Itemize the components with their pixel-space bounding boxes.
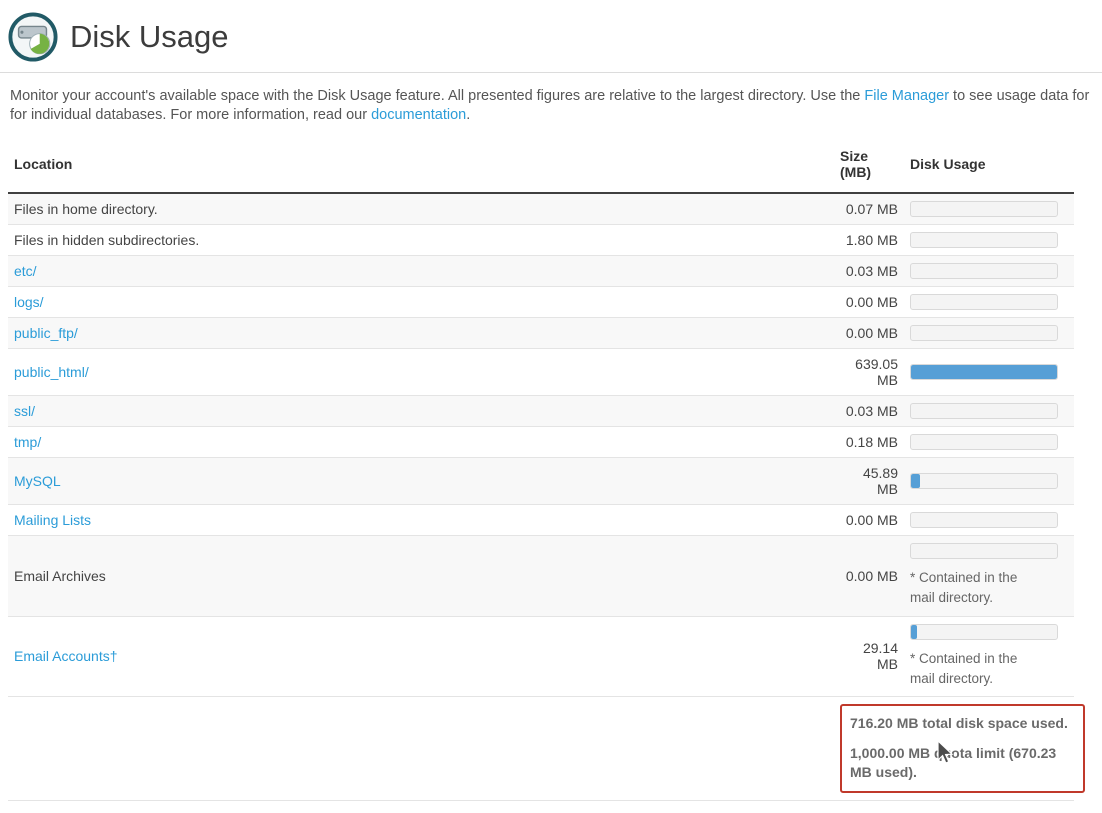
size-value: 0.18 MB: [834, 427, 904, 458]
table-row: public_html/ 639.05 MB: [8, 349, 1074, 396]
column-header-size: Size (MB): [834, 136, 904, 193]
table-row: etc/ 0.03 MB: [8, 256, 1074, 287]
disk-usage-bar-fill: [911, 474, 920, 488]
location-link[interactable]: tmp/: [14, 434, 41, 450]
intro-part2: to see usage data for: [949, 88, 1089, 104]
documentation-link[interactable]: documentation: [371, 107, 466, 123]
summary-row: 716.20 MB total disk space used. 1,000.0…: [8, 697, 1074, 801]
quota-limit-text: 1,000.00 MB quota limit (670.23 MB used)…: [850, 744, 1075, 783]
disk-usage-icon: [8, 12, 58, 62]
size-value: 0.00 MB: [834, 287, 904, 318]
table-row: public_ftp/ 0.00 MB: [8, 318, 1074, 349]
table-row: Files in hidden subdirectories. 1.80 MB: [8, 225, 1074, 256]
size-value: 0.07 MB: [834, 193, 904, 225]
size-value: 0.00 MB: [834, 318, 904, 349]
table-row: Files in home directory. 0.07 MB: [8, 193, 1074, 225]
disk-usage-bar: [910, 624, 1058, 640]
total-disk-used-text: 716.20 MB total disk space used.: [850, 714, 1075, 734]
location-link[interactable]: etc/: [14, 263, 37, 279]
disk-usage-bar: [910, 263, 1058, 279]
page-header: Disk Usage: [0, 0, 1102, 73]
table-row: MySQL 45.89 MB: [8, 458, 1074, 505]
table-row: ssl/ 0.03 MB: [8, 396, 1074, 427]
location-link[interactable]: logs/: [14, 294, 44, 310]
location-link[interactable]: Email Accounts†: [14, 648, 118, 664]
disk-usage-bar: [910, 201, 1058, 217]
size-value: 29.14 MB: [834, 616, 904, 697]
size-value: 0.00 MB: [834, 505, 904, 536]
table-row: Email Accounts† 29.14 MB * Contained in …: [8, 616, 1074, 697]
size-value: 0.03 MB: [834, 256, 904, 287]
disk-usage-bar: [910, 434, 1058, 450]
disk-usage-bar-fill: [911, 365, 1057, 379]
table-header-row: Location Size (MB) Disk Usage: [8, 136, 1074, 193]
mail-directory-note: * Contained in the mail directory.: [910, 568, 1040, 609]
disk-usage-bar: [910, 403, 1058, 419]
size-value: 0.03 MB: [834, 396, 904, 427]
size-value: 639.05 MB: [834, 349, 904, 396]
disk-usage-bar-fill: [911, 625, 917, 639]
intro-part3: for individual databases. For more infor…: [10, 107, 371, 123]
intro-part1: Monitor your account's available space w…: [10, 88, 864, 104]
location-link[interactable]: public_ftp/: [14, 325, 78, 341]
disk-usage-bar: [910, 543, 1058, 559]
mail-directory-note: * Contained in the mail directory.: [910, 649, 1040, 690]
table-row: logs/ 0.00 MB: [8, 287, 1074, 318]
disk-usage-bar: [910, 512, 1058, 528]
location-link[interactable]: Mailing Lists: [14, 512, 91, 528]
table-row: tmp/ 0.18 MB: [8, 427, 1074, 458]
intro-text: Monitor your account's available space w…: [10, 87, 1092, 124]
location-link[interactable]: public_html/: [14, 364, 89, 380]
size-value: 45.89 MB: [834, 458, 904, 505]
disk-usage-bar: [910, 473, 1058, 489]
column-header-location: Location: [8, 136, 834, 193]
page-title: Disk Usage: [70, 19, 229, 55]
location-label: Files in home directory.: [14, 201, 158, 217]
location-link[interactable]: ssl/: [14, 403, 35, 419]
disk-usage-bar: [910, 325, 1058, 341]
quota-summary-box: 716.20 MB total disk space used. 1,000.0…: [840, 704, 1085, 793]
disk-usage-bar: [910, 294, 1058, 310]
size-value: 1.80 MB: [834, 225, 904, 256]
location-label: Files in hidden subdirectories.: [14, 232, 199, 248]
intro-part4: .: [466, 107, 470, 123]
disk-usage-bar: [910, 232, 1058, 248]
table-row: Email Archives 0.00 MB * Contained in th…: [8, 536, 1074, 617]
disk-usage-bar: [910, 364, 1058, 380]
size-value: 0.00 MB: [834, 536, 904, 617]
disk-usage-table: Location Size (MB) Disk Usage Files in h…: [8, 136, 1074, 801]
table-row: Mailing Lists 0.00 MB: [8, 505, 1074, 536]
column-header-disk-usage: Disk Usage: [904, 136, 1074, 193]
location-link[interactable]: MySQL: [14, 473, 61, 489]
location-label: Email Archives: [14, 568, 106, 584]
file-manager-link[interactable]: File Manager: [864, 88, 949, 104]
